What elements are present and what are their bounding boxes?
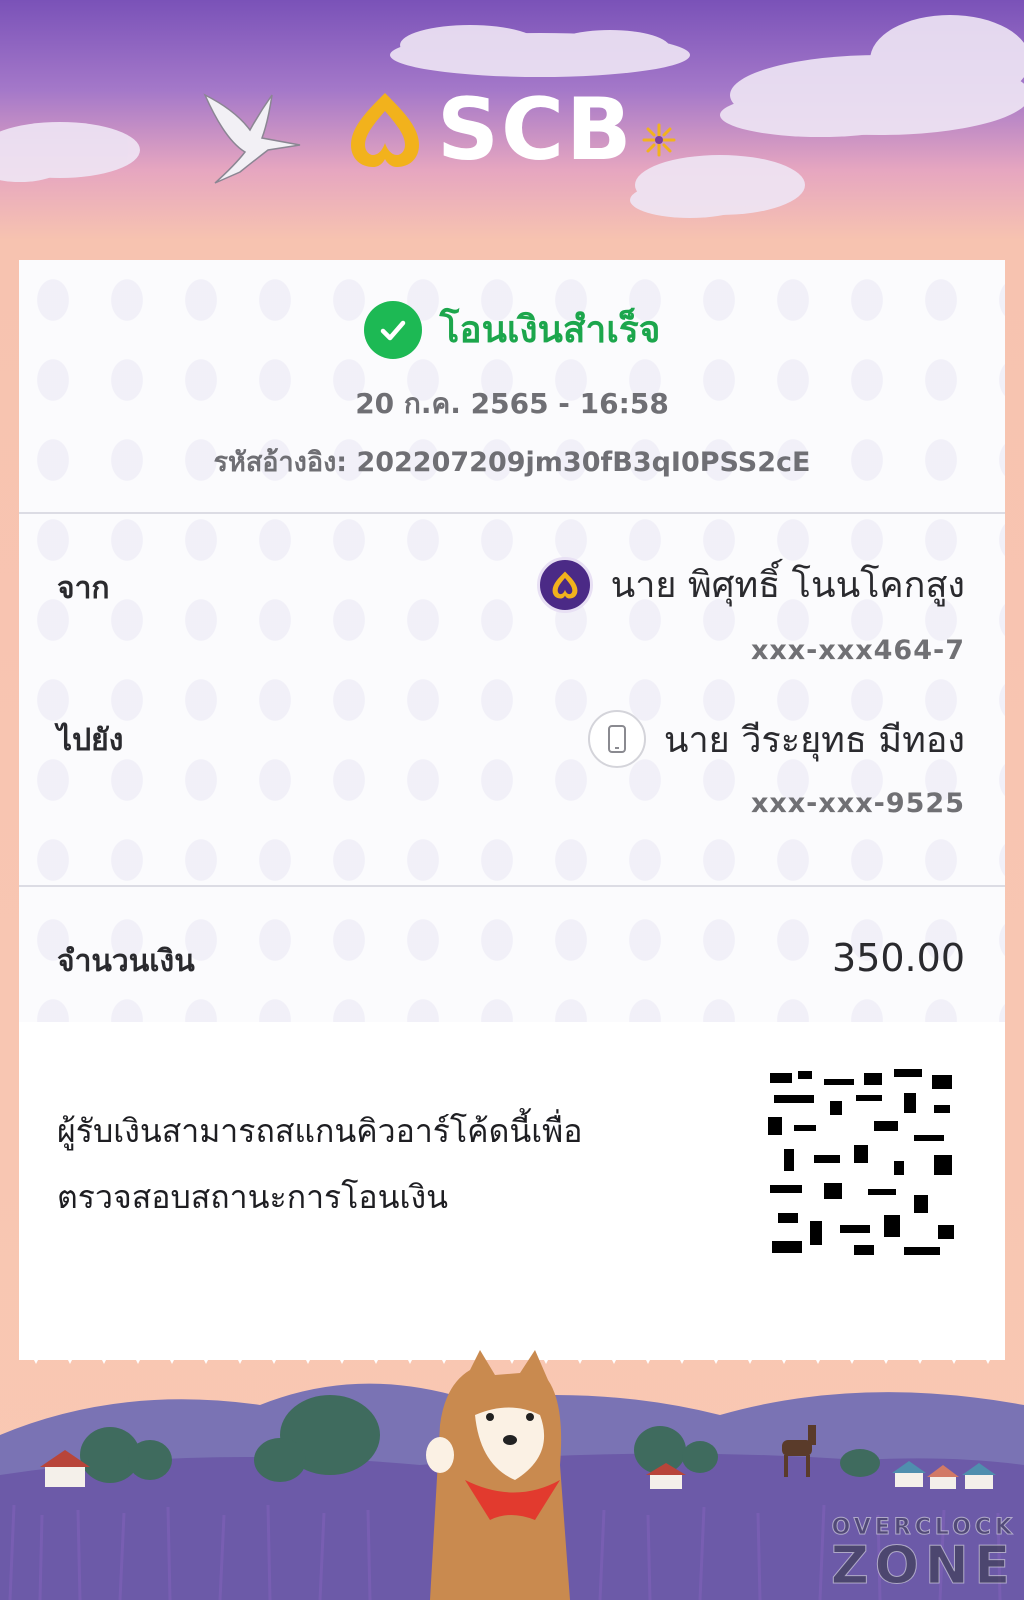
watermark-bottom: ZONE bbox=[831, 1536, 1016, 1596]
status-row: โอนเงินสำเร็จ bbox=[19, 300, 1005, 359]
qr-instruction-line: ตรวจสอบสถานะการโอนเงิน bbox=[57, 1178, 448, 1216]
bird-icon bbox=[203, 93, 301, 184]
brand-name: SCB bbox=[437, 80, 634, 180]
scb-logo-icon bbox=[351, 93, 419, 167]
from-party: นาย พิศุทธิ์ โนนโคกสูง bbox=[536, 556, 965, 613]
phone-icon bbox=[587, 710, 646, 768]
qr-code[interactable] bbox=[764, 1065, 959, 1260]
divider bbox=[19, 512, 1005, 514]
to-account: xxx-xxx-9525 bbox=[750, 788, 965, 819]
reference-code: รหัสอ้างอิง: 202207209jm30fB3qI0PSS2cE bbox=[213, 447, 811, 478]
divider bbox=[19, 885, 1005, 887]
from-account: xxx-xxx464-7 bbox=[750, 635, 965, 666]
shiba-dog-icon bbox=[426, 1350, 570, 1600]
to-name: นาย วีระยุทธ มีทอง bbox=[663, 719, 965, 761]
transaction-datetime: 20 ก.ค. 2565 - 16:58 bbox=[355, 387, 669, 420]
to-label: ไปยัง bbox=[57, 723, 124, 758]
scb-avatar-icon bbox=[536, 556, 593, 613]
receipt-card: โอนเงินสำเร็จ 20 ก.ค. 2565 - 16:58 รหัสอ… bbox=[19, 260, 1005, 1360]
from-name: นาย พิศุทธิ์ โนนโคกสูง bbox=[610, 565, 965, 606]
sparkle-icon bbox=[642, 123, 676, 157]
amount-value: 350.00 bbox=[832, 936, 965, 980]
check-icon bbox=[363, 300, 422, 359]
watermark: OVERCLOCK ZONE bbox=[831, 1515, 1016, 1596]
qr-instruction: ผู้รับเงินสามารถสแกนคิวอาร์โค้ดนี้เพื่อ … bbox=[57, 1098, 657, 1230]
to-party: นาย วีระยุทธ มีทอง bbox=[587, 710, 965, 768]
scb-logo: SCB bbox=[345, 85, 678, 175]
status-text: โอนเงินสำเร็จ bbox=[439, 308, 661, 351]
qr-instruction-line: ผู้รับเงินสามารถสแกนคิวอาร์โค้ดนี้เพื่อ bbox=[57, 1112, 583, 1150]
amount-label: จำนวนเงิน bbox=[57, 944, 195, 979]
from-label: จาก bbox=[57, 571, 110, 606]
